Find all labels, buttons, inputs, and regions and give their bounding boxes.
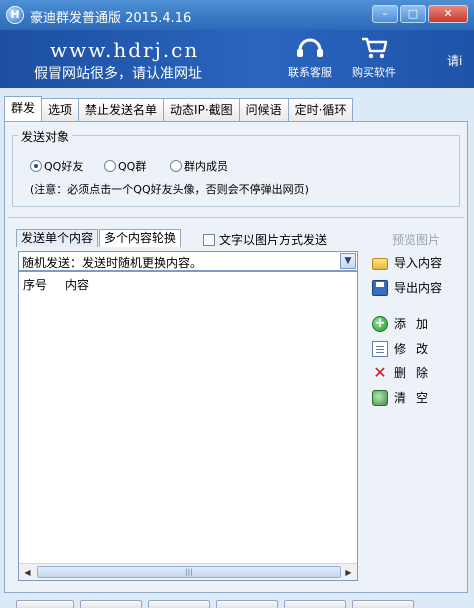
scroll-thumb[interactable]: ||| xyxy=(37,566,341,578)
preview-image-button[interactable]: 预览图片 xyxy=(392,231,440,248)
folder-open-icon xyxy=(372,257,388,270)
subtab-multi-content[interactable]: 多个内容轮换 xyxy=(99,229,182,247)
bottom-button[interactable] xyxy=(216,600,278,608)
window-title: 豪迪群发普通版 2015.4.16 xyxy=(30,11,192,26)
bottom-button[interactable] xyxy=(148,600,210,608)
image-send-option[interactable]: 文字以图片方式发送 xyxy=(203,231,327,248)
clear-button[interactable]: 清空 xyxy=(372,389,438,406)
column-header-content[interactable]: 内容 xyxy=(65,276,89,293)
app-logo-icon: H xyxy=(6,6,24,24)
tab-dynamic-ip[interactable]: 动态IP·截图 xyxy=(163,98,240,122)
delete-label: 删除 xyxy=(394,366,439,380)
edit-label: 修改 xyxy=(394,342,439,356)
radio-qq-groups[interactable]: QQ群 xyxy=(104,158,146,174)
target-note: (注意：必须点击一个QQ好友头像，否则会不停弹出网页) xyxy=(30,183,309,196)
clear-label: 清空 xyxy=(394,391,439,405)
radio-group-members[interactable]: 群内成员 xyxy=(170,158,228,174)
tab-mass-send[interactable]: 群发 xyxy=(4,96,43,122)
radio-label: QQ好友 xyxy=(44,160,84,173)
radio-qq-friends[interactable]: QQ好友 xyxy=(30,158,83,174)
close-button[interactable]: ✕ xyxy=(428,5,468,23)
horizontal-scrollbar[interactable]: ◀ ||| ▶ xyxy=(19,563,357,580)
bottom-button[interactable] xyxy=(16,600,74,608)
buy-software-button[interactable]: 购买软件 xyxy=(344,36,404,80)
radio-label: QQ群 xyxy=(118,160,147,173)
delete-button[interactable]: ✕ 删除 xyxy=(372,364,438,381)
image-send-label: 文字以图片方式发送 xyxy=(219,233,328,247)
broom-icon xyxy=(372,389,388,406)
banner-cut-text: 请i xyxy=(447,54,463,68)
bottom-button[interactable] xyxy=(284,600,346,608)
customer-service-label: 联系客服 xyxy=(288,66,332,79)
scroll-left-icon[interactable]: ◀ xyxy=(20,565,35,580)
ad-banner[interactable]: www.hdrj.cn 假冒网站很多，请认准网址 联系客服 购买软件 请i xyxy=(0,30,474,88)
subtab-single-content[interactable]: 发送单个内容 xyxy=(16,229,99,247)
import-content-button[interactable]: 导入内容 xyxy=(372,254,442,271)
add-icon: + xyxy=(372,315,388,332)
bottom-toolbar xyxy=(0,600,474,608)
save-disk-icon xyxy=(372,279,388,296)
shopping-cart-icon xyxy=(358,36,390,60)
column-header-index[interactable]: 序号 xyxy=(23,276,47,293)
radio-indicator[interactable] xyxy=(170,160,182,172)
buy-software-label: 购买软件 xyxy=(352,66,396,79)
minimize-button[interactable]: – xyxy=(372,5,398,23)
tab-blocklist[interactable]: 禁止发送名单 xyxy=(78,98,165,122)
divider xyxy=(8,217,464,218)
banner-website[interactable]: www.hdrj.cn xyxy=(50,38,199,62)
chevron-down-icon[interactable]: ▼ xyxy=(340,253,356,269)
import-label: 导入内容 xyxy=(394,256,443,270)
headset-icon xyxy=(294,36,326,60)
banner-warning: 假冒网站很多，请认准网址 xyxy=(34,66,202,82)
list-header: 序号 内容 xyxy=(19,274,357,292)
bottom-button[interactable] xyxy=(352,600,414,608)
maximize-button[interactable]: □ xyxy=(400,5,426,23)
content-list[interactable]: 序号 内容 ◀ ||| ▶ xyxy=(18,271,358,581)
export-content-button[interactable]: 导出内容 xyxy=(372,279,442,296)
edit-button[interactable]: 修改 xyxy=(372,340,438,357)
window-controls: – □ ✕ xyxy=(372,5,468,23)
radio-indicator[interactable] xyxy=(30,160,42,172)
add-button[interactable]: + 添加 xyxy=(372,315,438,332)
content-subtabs: 发送单个内容 多个内容轮换 xyxy=(16,229,182,247)
document-icon xyxy=(372,340,388,357)
tab-schedule[interactable]: 定时·循环 xyxy=(287,98,354,122)
send-mode-select[interactable]: 随机发送：发送时随机更换内容。 ▼ xyxy=(18,251,358,271)
image-send-checkbox[interactable] xyxy=(203,233,215,246)
bottom-button[interactable] xyxy=(80,600,142,608)
customer-service-button[interactable]: 联系客服 xyxy=(280,36,340,80)
scroll-right-icon[interactable]: ▶ xyxy=(341,565,356,580)
export-label: 导出内容 xyxy=(394,281,443,295)
title-bar[interactable]: H 豪迪群发普通版 2015.4.16 – □ ✕ xyxy=(0,0,474,30)
send-mode-value: 随机发送：发送时随机更换内容。 xyxy=(22,256,203,270)
delete-icon: ✕ xyxy=(373,362,387,382)
tab-greetings[interactable]: 问候语 xyxy=(238,98,289,122)
app-window: H 豪迪群发普通版 2015.4.16 – □ ✕ www.hdrj.cn 假冒… xyxy=(0,0,474,608)
radio-label: 群内成员 xyxy=(184,160,228,173)
tab-options[interactable]: 选项 xyxy=(41,98,80,122)
main-tabs: 群发 选项 禁止发送名单 动态IP·截图 问候语 定时·循环 xyxy=(4,96,354,122)
target-group-title: 发送对象 xyxy=(18,128,73,145)
radio-indicator[interactable] xyxy=(104,160,116,172)
add-label: 添加 xyxy=(394,317,439,331)
